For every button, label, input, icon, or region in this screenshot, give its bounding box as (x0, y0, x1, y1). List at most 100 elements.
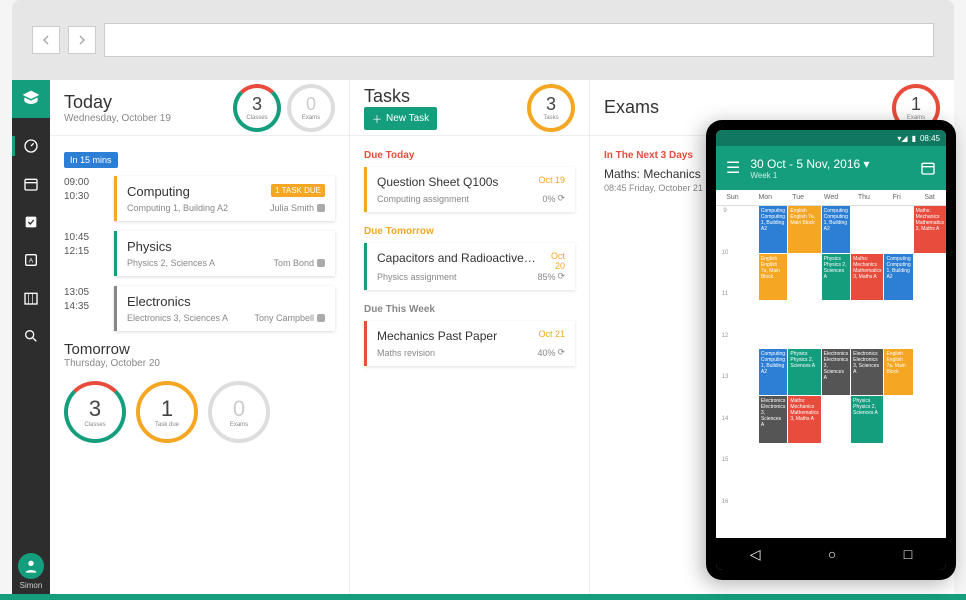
plus-icon: ＋ (372, 111, 382, 126)
calendar-cell: Electronics Electronics 3, Sciences A (759, 396, 787, 443)
nav-back-button[interactable] (32, 26, 60, 54)
sidebar-tasks-icon[interactable] (21, 212, 41, 232)
task-title: Capacitors and Radioactive De (377, 251, 539, 267)
day-header-cell: Wed (815, 194, 848, 201)
class-card[interactable]: Physics Physics 2, Sciences A Tom Bond (114, 231, 335, 276)
calendar-cell (914, 396, 946, 443)
task-date: Oct 21 (538, 329, 565, 339)
sidebar-calendar-icon[interactable] (21, 174, 41, 194)
calendar-cell (759, 301, 787, 348)
class-room: Computing 1, Building A2 (127, 203, 228, 213)
calendar-cell: Computing Computing 1, Building A2 (759, 349, 787, 396)
calendar-event[interactable]: Maths: Mechanics Mathematics 3, Maths A (851, 254, 883, 301)
calendar-cell: Computing Computing 1, Building A2 (759, 206, 787, 253)
class-teacher: Tom Bond (273, 258, 325, 268)
sidebar-exams-icon[interactable]: A (21, 250, 41, 270)
day-header-cell: Thu (847, 194, 880, 201)
tomorrow-title: Tomorrow (64, 341, 335, 358)
android-home-icon[interactable]: ○ (828, 546, 836, 562)
calendar-cell: Maths: Mechanics Mathematics 3, Maths A (851, 254, 883, 301)
calendar-event[interactable]: Maths: Mechanics Mathematics 3, Maths A (788, 396, 820, 443)
calendar-event[interactable]: Physics Physics 2, Sciences A (822, 254, 850, 301)
class-time: 09:0010:30 (64, 176, 104, 221)
day-header-cell: Fri (880, 194, 913, 201)
signal-icon: ▾◢ (897, 134, 907, 143)
calendar-event[interactable]: Computing Computing 1, Building A2 (759, 206, 787, 253)
calendar-event[interactable]: Maths: Mechanics Mathematics 3, Maths A (914, 206, 946, 253)
calendar-cell (914, 491, 946, 538)
calendar-cell (822, 444, 850, 491)
calendar-event[interactable]: Computing Computing 1, Building A2 (884, 254, 912, 301)
calendar-cell (851, 301, 883, 348)
task-card[interactable]: Mechanics Past Paper Oct 21 Maths revisi… (364, 321, 575, 366)
calendar-cell (884, 206, 912, 253)
calendar-event[interactable]: Electronics Electronics 3, Sciences A (851, 349, 883, 396)
day-header-cell: Sun (716, 194, 749, 201)
status-bar: ▾◢ ▮ 08:45 (716, 130, 946, 146)
menu-icon[interactable]: ☰ (726, 158, 740, 178)
calendar-cell: Physics Physics 2, Sciences A (822, 254, 850, 301)
calendar-cell: Physics Physics 2, Sciences A (788, 349, 820, 396)
calendar-event[interactable]: Electronics Electronics 3, Sciences A (759, 396, 787, 443)
class-row[interactable]: 09:0010:30 1 TASK DUE Computing Computin… (64, 176, 335, 221)
class-row[interactable]: 10:4512:15 Physics Physics 2, Sciences A… (64, 231, 335, 276)
calendar-icon[interactable] (920, 160, 936, 176)
new-task-button[interactable]: ＋ New Task (364, 107, 437, 130)
calendar-grid[interactable]: Computing Computing 1, Building A2Englis… (734, 206, 946, 538)
android-recent-icon[interactable]: □ (904, 546, 912, 562)
calendar-event[interactable]: English English 7a, Main Block (788, 206, 820, 253)
calendar-cell (914, 349, 946, 396)
sidebar-search-icon[interactable] (21, 326, 41, 346)
class-card[interactable]: 1 TASK DUE Computing Computing 1, Buildi… (114, 176, 335, 221)
tomorrow-date: Thursday, October 20 (64, 358, 335, 369)
sync-icon: ⟳ (557, 193, 565, 204)
calendar-cell (851, 444, 883, 491)
day-header-cell: Tue (782, 194, 815, 201)
calendar-event[interactable]: Computing Computing 1, Building A2 (822, 206, 850, 253)
class-card[interactable]: Electronics Electronics 3, Sciences A To… (114, 286, 335, 331)
calendar-cell (734, 396, 758, 443)
url-bar[interactable] (104, 23, 934, 57)
android-back-icon[interactable]: ◁ (750, 546, 761, 563)
sidebar-dashboard-icon[interactable] (21, 136, 41, 156)
calendar-cell (822, 396, 850, 443)
battery-icon: ▮ (912, 134, 916, 143)
calendar-cell: English English 7a, Main Block (884, 349, 912, 396)
task-card[interactable]: Capacitors and Radioactive De Oct 20 Phy… (364, 243, 575, 290)
exams-title: Exams (604, 97, 659, 118)
calendar-cell: Electronics Electronics 3, Sciences A (822, 349, 850, 396)
task-sub: Physics assignment (377, 272, 457, 282)
sync-icon: ⟳ (557, 271, 565, 282)
tomorrow-exams-ring: 0 Exams (208, 381, 270, 443)
sidebar-schedule-icon[interactable] (21, 288, 41, 308)
today-classes-ring: 3 Classes (233, 84, 281, 132)
mobile-app-bar: ☰ 30 Oct - 5 Nov, 2016 ▾ Week 1 (716, 146, 946, 190)
task-pct: 85% (537, 272, 555, 282)
hour-label: 11 (716, 289, 734, 331)
calendar-event[interactable]: Physics Physics 2, Sciences A (788, 349, 820, 396)
calendar-event[interactable]: English English 7a, Main Block (884, 349, 912, 396)
class-time: 13:0514:35 (64, 286, 104, 331)
task-card[interactable]: Question Sheet Q100s Oct 19 Computing as… (364, 167, 575, 212)
calendar-event[interactable]: Electronics Electronics 3, Sciences A (822, 349, 850, 396)
week-label: Week 1 (750, 171, 869, 180)
teacher-icon (317, 314, 325, 322)
calendar-event[interactable]: Physics Physics 2, Sciences A (851, 396, 883, 443)
tasks-title: Tasks (364, 86, 437, 107)
task-date: Oct 19 (538, 175, 565, 185)
hour-column: 910111213141516 (716, 206, 734, 538)
calendar-event[interactable]: Computing Computing 1, Building A2 (759, 349, 787, 396)
calendar-cell (788, 444, 820, 491)
calendar-event[interactable]: English English 7a, Main Block (759, 254, 787, 301)
class-room: Physics 2, Sciences A (127, 258, 215, 268)
task-pct: 40% (537, 348, 555, 358)
week-range[interactable]: 30 Oct - 5 Nov, 2016 (750, 157, 860, 171)
calendar-cell (788, 254, 820, 301)
calendar-cell (734, 254, 758, 301)
calendar-cell: Maths: Mechanics Mathematics 3, Maths A (788, 396, 820, 443)
class-row[interactable]: 13:0514:35 Electronics Electronics 3, Sc… (64, 286, 335, 331)
task-due-badge: 1 TASK DUE (271, 184, 325, 197)
user-avatar[interactable]: Simon (18, 553, 44, 590)
nav-forward-button[interactable] (68, 26, 96, 54)
hour-label: 14 (716, 414, 734, 456)
